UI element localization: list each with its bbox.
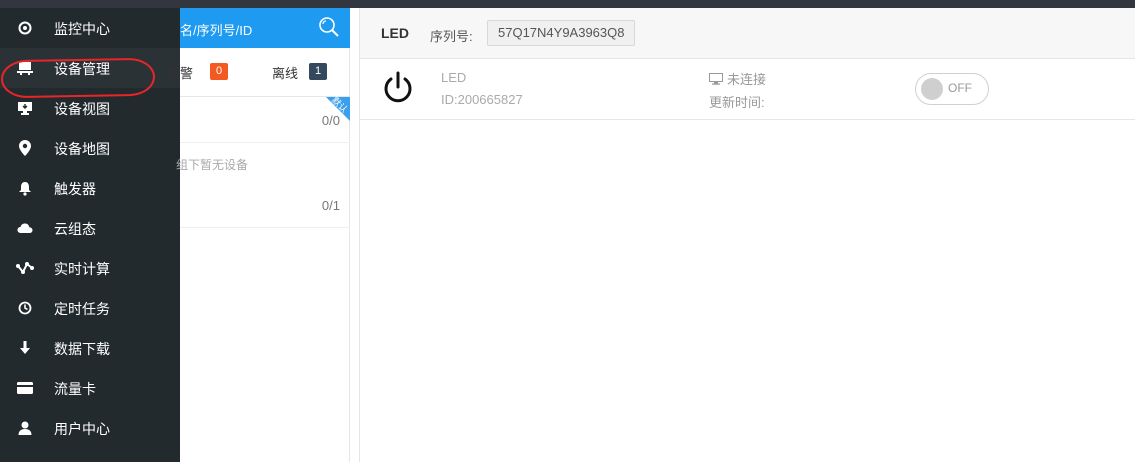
sidebar-item-label: 云组态 <box>54 221 96 237</box>
sidebar: 监控中心 设备管理 设备视图 设备地图 触发器 云组态 实时计算 定时任务 数据… <box>0 8 180 462</box>
sidebar-item-label: 数据下载 <box>54 341 110 357</box>
device-list-panel: 名/序列号/ID 报警 0 离线 1 默认 0/0 组下暂无设备 0/1 <box>167 8 350 462</box>
sidebar-item-data-download[interactable]: 数据下载 <box>0 328 180 368</box>
download-icon <box>16 340 34 356</box>
sidebar-item-trigger[interactable]: 触发器 <box>0 168 180 208</box>
sidebar-item-label: 设备视图 <box>54 101 110 117</box>
group-count: 0/1 <box>321 198 340 213</box>
search-input[interactable]: 名/序列号/ID <box>180 20 252 39</box>
tab-alarm[interactable]: 报警 <box>167 63 193 82</box>
search-bar: 名/序列号/ID <box>180 8 350 48</box>
sidebar-item-label: 触发器 <box>54 181 96 197</box>
power-icon <box>380 70 416 106</box>
search-icon[interactable] <box>318 16 340 38</box>
sidebar-item-label: 流量卡 <box>54 381 96 397</box>
sidebar-item-realtime-compute[interactable]: 实时计算 <box>0 248 180 288</box>
switch-toggle[interactable]: OFF <box>915 73 989 105</box>
sidebar-item-device-view[interactable]: 设备视图 <box>0 88 180 128</box>
device-name: LED <box>441 70 467 85</box>
desk-icon <box>16 60 34 76</box>
cloud-icon <box>16 220 34 236</box>
sidebar-item-user-center[interactable]: 用户中心 <box>0 408 180 448</box>
device-group[interactable]: 组下暂无设备 0/1 <box>176 143 350 228</box>
empty-group-text: 组下暂无设备 <box>176 158 249 172</box>
sidebar-item-label: 定时任务 <box>54 301 110 317</box>
update-time-label: 更新时间: <box>709 95 765 110</box>
sidebar-item-label: 设备地图 <box>54 141 110 157</box>
map-pin-icon <box>16 140 34 156</box>
graph-icon <box>16 260 34 276</box>
device-detail-panel: LED 序列号: 57Q17N4Y9A3963Q8 LED ID:2006658… <box>359 8 1135 462</box>
sidebar-item-label: 监控中心 <box>54 21 110 37</box>
monitor-icon <box>709 72 723 85</box>
user-icon <box>16 420 34 436</box>
serial-label: 序列号: <box>430 29 473 44</box>
sidebar-item-data-card[interactable]: 流量卡 <box>0 368 180 408</box>
toggle-knob <box>921 78 943 100</box>
device-group-default[interactable]: 默认 0/0 <box>180 95 350 143</box>
top-bar <box>0 0 1135 8</box>
sidebar-item-monitor-center[interactable]: 监控中心 <box>0 8 180 48</box>
tab-offline[interactable]: 离线 <box>272 63 298 82</box>
sidebar-item-device-map[interactable]: 设备地图 <box>0 128 180 168</box>
device-title: LED <box>381 25 409 41</box>
sidebar-item-label: 实时计算 <box>54 261 110 277</box>
sidebar-item-scheduled-task[interactable]: 定时任务 <box>0 288 180 328</box>
serial-number-field[interactable]: 57Q17N4Y9A3963Q8 <box>487 20 636 46</box>
sidebar-item-device-management[interactable]: 设备管理 <box>0 48 180 88</box>
toggle-label: OFF <box>948 81 972 95</box>
connection-status-text: 未连接 <box>727 72 767 87</box>
sidebar-item-label: 设备管理 <box>54 61 110 77</box>
group-count: 0/0 <box>321 113 340 128</box>
bell-icon <box>16 180 34 196</box>
offline-count-badge: 1 <box>309 63 327 80</box>
filter-tabs: 报警 0 离线 1 <box>167 48 350 97</box>
sidebar-item-label: 用户中心 <box>54 421 110 437</box>
clock-icon <box>16 300 34 316</box>
device-id: ID:200665827 <box>441 92 523 107</box>
device-row[interactable]: LED ID:200665827 未连接 更新时间: OFF <box>360 59 1135 120</box>
connection-status: 未连接 <box>709 69 766 88</box>
sidebar-item-cloud-config[interactable]: 云组态 <box>0 208 180 248</box>
monitor-icon <box>16 100 34 116</box>
alarm-count-badge: 0 <box>210 63 228 80</box>
target-icon <box>16 20 34 36</box>
detail-header: LED 序列号: 57Q17N4Y9A3963Q8 <box>360 8 1135 59</box>
card-icon <box>16 380 34 396</box>
